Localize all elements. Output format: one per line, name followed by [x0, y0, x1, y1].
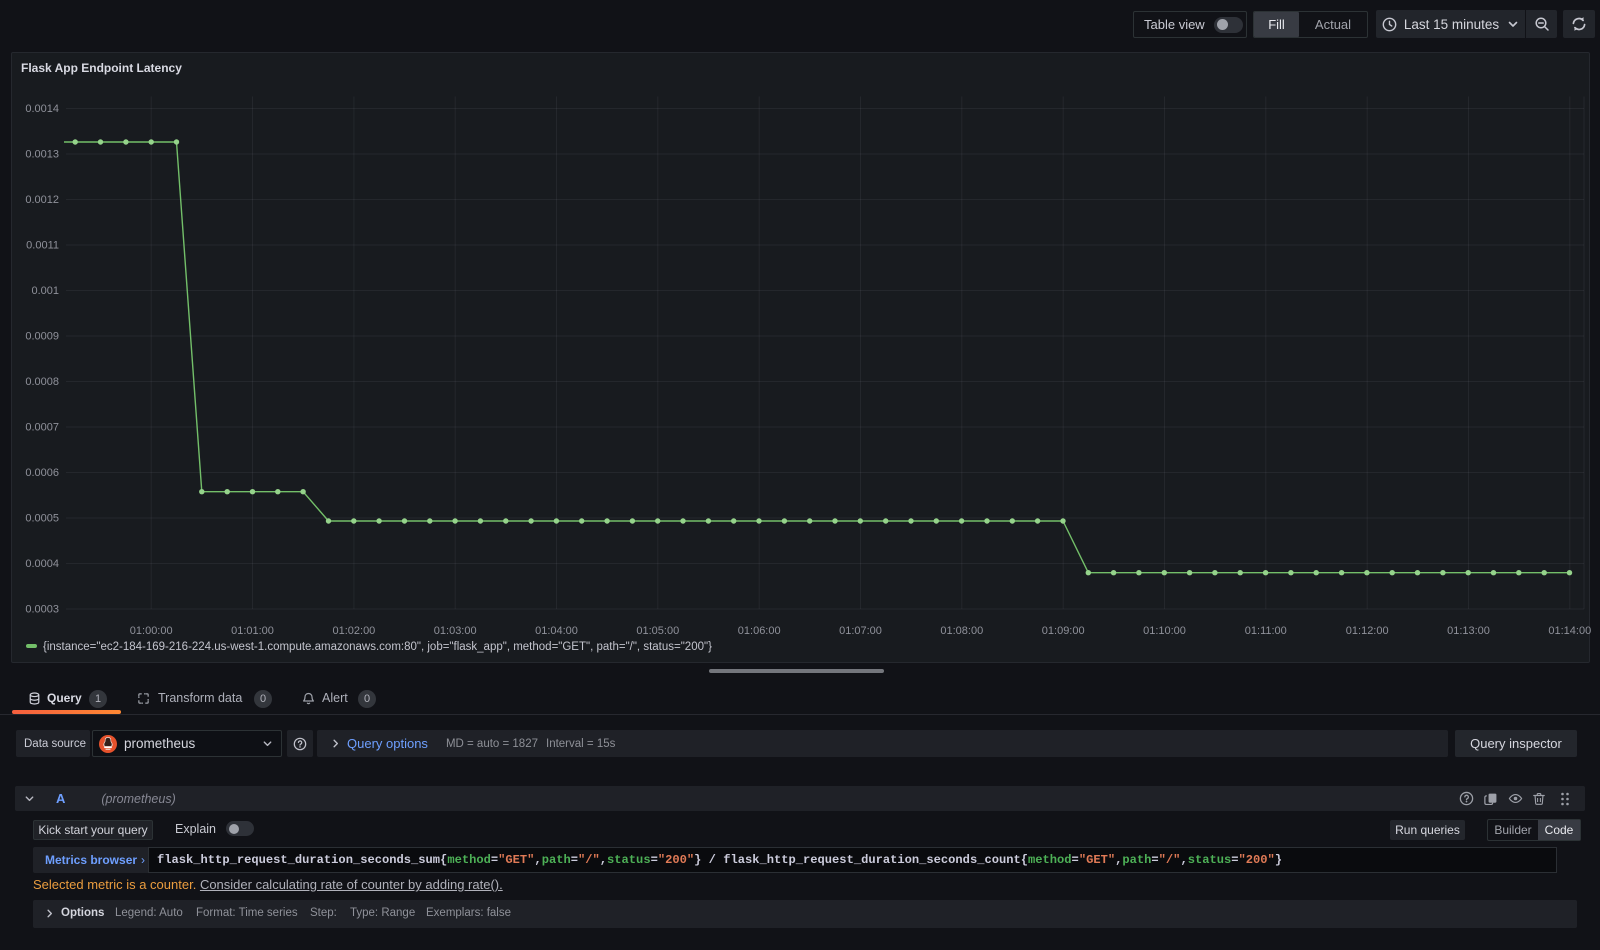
- svg-text:0.0004: 0.0004: [25, 558, 59, 570]
- svg-text:01:06:00: 01:06:00: [738, 625, 781, 637]
- svg-text:0.0011: 0.0011: [26, 240, 59, 252]
- svg-text:01:02:00: 01:02:00: [332, 625, 375, 637]
- svg-text:0.0014: 0.0014: [25, 103, 59, 115]
- svg-text:01:10:00: 01:10:00: [1143, 625, 1186, 637]
- svg-text:0.0008: 0.0008: [25, 376, 59, 388]
- svg-text:01:04:00: 01:04:00: [535, 625, 578, 637]
- svg-text:01:14:00: 01:14:00: [1548, 625, 1591, 637]
- svg-text:01:11:00: 01:11:00: [1245, 625, 1287, 637]
- svg-text:01:13:00: 01:13:00: [1447, 625, 1490, 637]
- svg-text:01:03:00: 01:03:00: [434, 625, 477, 637]
- svg-text:0.0013: 0.0013: [25, 149, 59, 161]
- svg-text:01:08:00: 01:08:00: [940, 625, 983, 637]
- svg-text:0.0009: 0.0009: [25, 331, 59, 343]
- svg-text:0.0007: 0.0007: [25, 422, 59, 434]
- svg-text:0.0003: 0.0003: [25, 604, 59, 616]
- svg-text:0.001: 0.001: [31, 285, 59, 297]
- svg-text:01:09:00: 01:09:00: [1042, 625, 1085, 637]
- svg-text:01:07:00: 01:07:00: [839, 625, 882, 637]
- svg-text:0.0005: 0.0005: [25, 513, 59, 525]
- svg-text:01:00:00: 01:00:00: [130, 625, 173, 637]
- svg-text:01:05:00: 01:05:00: [636, 625, 679, 637]
- svg-text:0.0012: 0.0012: [25, 194, 59, 206]
- svg-text:01:12:00: 01:12:00: [1346, 625, 1389, 637]
- svg-text:01:01:00: 01:01:00: [231, 625, 274, 637]
- svg-text:0.0006: 0.0006: [25, 467, 59, 479]
